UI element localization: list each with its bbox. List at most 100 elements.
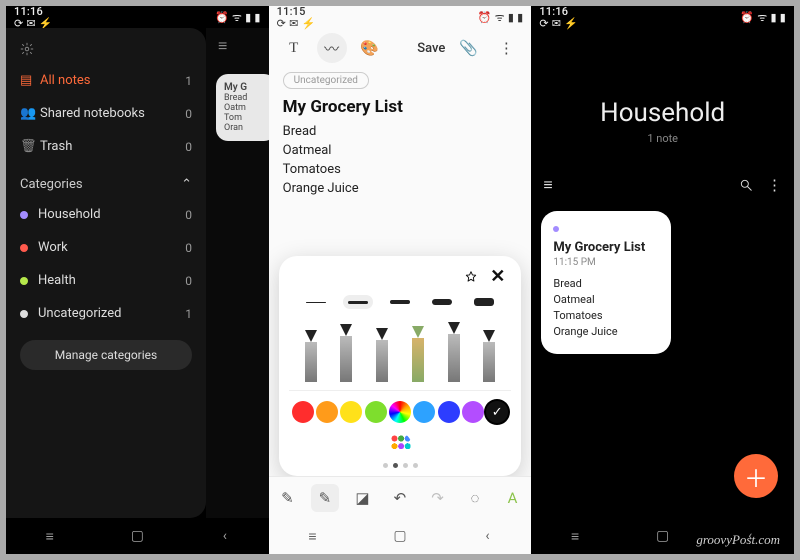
- stroke-option[interactable]: [385, 295, 415, 309]
- paint-mode-button[interactable]: 🎨: [355, 33, 385, 63]
- doc-line: Oatmeal: [283, 142, 518, 161]
- new-note-fab[interactable]: ＋: [734, 454, 778, 498]
- status-bar: 11:16 ⟳ ✉ ⚡ ⏰ ᯤ ▮ ▮: [6, 6, 269, 28]
- note-card-peek[interactable]: My G Bread Oatm Tom Oran: [216, 74, 269, 141]
- star-icon: [464, 270, 478, 284]
- status-left-icons: ⟳ ✉ ⚡: [539, 18, 578, 29]
- save-button[interactable]: Save: [417, 41, 445, 56]
- pen-tip-option[interactable]: [407, 326, 429, 382]
- wifi-icon: ᯤ: [495, 12, 505, 23]
- stroke-option[interactable]: [427, 295, 457, 309]
- color-swatch[interactable]: [292, 401, 314, 423]
- editor-document[interactable]: Uncategorized My Grocery List Bread Oatm…: [269, 68, 532, 198]
- redo-button[interactable]: ↷: [423, 484, 451, 512]
- drawer-item-label: Household: [38, 207, 185, 222]
- stroke-option[interactable]: [469, 295, 499, 309]
- category-title: Household: [531, 98, 794, 128]
- doc-title[interactable]: My Grocery List: [283, 97, 518, 117]
- pen-tip-option[interactable]: [371, 328, 393, 382]
- eraser-tool-button[interactable]: ◪: [348, 484, 376, 512]
- palette-pager[interactable]: [289, 457, 512, 470]
- signal-icon: ▮: [770, 12, 776, 23]
- search-button[interactable]: [739, 178, 753, 192]
- nav-back-button[interactable]: ‹: [205, 528, 245, 544]
- hamburger-button[interactable]: ≡: [543, 175, 552, 195]
- manage-categories-button[interactable]: Manage categories: [20, 340, 192, 370]
- search-icon: [739, 178, 753, 192]
- nav-recents-button[interactable]: ≡: [292, 528, 332, 545]
- color-custom-swatch[interactable]: [389, 433, 411, 455]
- color-swatch[interactable]: [316, 401, 338, 423]
- nav-recents-button[interactable]: ≡: [30, 528, 70, 545]
- text-recognition-button[interactable]: A: [499, 484, 527, 512]
- gear-icon: [20, 42, 34, 56]
- pen-tool-button[interactable]: ✎: [273, 484, 301, 512]
- nav-recents-button[interactable]: ≡: [555, 528, 595, 545]
- drawer-category-health[interactable]: Health 0: [6, 264, 206, 297]
- category-header: Household 1 note: [531, 28, 794, 155]
- color-swatch[interactable]: [462, 401, 484, 423]
- bottom-tool-row: ✎ ✎ ◪ ↶ ↷ ◌ A: [269, 476, 532, 518]
- pen-tip-option[interactable]: [443, 322, 465, 382]
- drawer-item-shared[interactable]: 👥 Shared notebooks 0: [6, 97, 206, 130]
- drawer-category-work[interactable]: Work 0: [6, 231, 206, 264]
- highlighter-tool-button[interactable]: ✎: [311, 484, 339, 512]
- settings-button[interactable]: [6, 38, 206, 64]
- signal-icon: ▮: [508, 12, 514, 23]
- drawer-item-label: All notes: [40, 73, 185, 88]
- drawer-categories-header[interactable]: Categories ⌃: [6, 163, 206, 198]
- nav-back-button[interactable]: ‹: [730, 528, 770, 544]
- more-vert-icon: ⋮: [499, 39, 514, 57]
- stroke-option[interactable]: [343, 295, 373, 309]
- category-toolbar: ≡ ⋮: [531, 155, 794, 203]
- drawer-item-all-notes[interactable]: ▤ All notes 1: [6, 64, 206, 97]
- alarm-icon: ⏰: [215, 12, 229, 23]
- stroke-option[interactable]: [301, 295, 331, 309]
- color-swatch[interactable]: [413, 401, 435, 423]
- more-vert-icon: ⋮: [767, 176, 782, 194]
- mail-icon: ✉: [552, 18, 561, 29]
- close-palette-button[interactable]: ✕: [490, 266, 505, 287]
- nav-home-button[interactable]: ▢: [117, 528, 157, 544]
- color-swatch[interactable]: [438, 401, 460, 423]
- favorite-button[interactable]: [464, 270, 478, 284]
- pen-tip-option[interactable]: [478, 330, 500, 382]
- doc-line: Bread: [283, 123, 518, 142]
- text-mode-button[interactable]: T: [279, 33, 309, 63]
- nav-drawer: ▤ All notes 1 👥 Shared notebooks 0 🗑 Tra…: [6, 28, 206, 518]
- category-chip[interactable]: Uncategorized: [283, 72, 369, 89]
- color-swatch[interactable]: [340, 401, 362, 423]
- undo-button[interactable]: ↶: [386, 484, 414, 512]
- drawer-item-trash[interactable]: 🗑 Trash 0: [6, 130, 206, 163]
- color-swatch[interactable]: [365, 401, 387, 423]
- drawer-item-count: 1: [185, 307, 192, 321]
- wifi-icon: ᯤ: [757, 12, 767, 23]
- drawer-item-label: Uncategorized: [38, 306, 185, 321]
- pen-palette: ✕: [279, 256, 522, 476]
- mail-icon: ✉: [289, 18, 298, 29]
- hamburger-icon[interactable]: ≡: [218, 36, 227, 56]
- note-card-time: 11:15 PM: [553, 257, 659, 268]
- more-button[interactable]: ⋮: [767, 176, 782, 194]
- note-card-body: Bread Oatmeal Tomatoes Orange Juice: [553, 276, 659, 340]
- wifi-icon: ᯤ: [232, 12, 242, 23]
- nav-home-button[interactable]: ▢: [380, 528, 420, 544]
- doc-body[interactable]: Bread Oatmeal Tomatoes Orange Juice: [283, 123, 518, 198]
- more-button[interactable]: ⋮: [491, 33, 521, 63]
- status-left: 11:16 ⟳ ✉ ⚡: [14, 6, 53, 29]
- category-dot-icon: [20, 244, 28, 252]
- color-rainbow-swatch[interactable]: [389, 401, 411, 423]
- nav-back-button[interactable]: ‹: [468, 528, 508, 544]
- drawer-category-household[interactable]: Household 0: [6, 198, 206, 231]
- note-card[interactable]: My Grocery List 11:15 PM Bread Oatmeal T…: [541, 211, 671, 354]
- lasso-tool-button[interactable]: ◌: [461, 484, 489, 512]
- pen-icon: ✎: [281, 489, 294, 507]
- pen-tip-option[interactable]: [335, 324, 357, 382]
- pen-tip-option[interactable]: [300, 330, 322, 382]
- color-swatch-selected[interactable]: [486, 401, 508, 423]
- attach-button[interactable]: 📎: [453, 33, 483, 63]
- pen-mode-button[interactable]: 〰: [317, 33, 347, 63]
- nav-home-button[interactable]: ▢: [643, 528, 683, 544]
- drawer-category-uncategorized[interactable]: Uncategorized 1: [6, 297, 206, 330]
- note-card-line: Tomatoes: [553, 308, 659, 324]
